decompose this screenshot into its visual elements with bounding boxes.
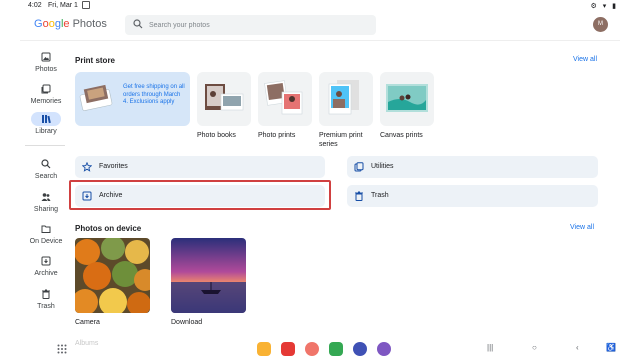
utilities-icon <box>354 162 364 172</box>
status-bar: 4:02 Fri, Mar 1 ⚙ ▾ ▮ <box>0 0 640 12</box>
nav-item-library[interactable]: Library <box>24 112 68 135</box>
print-store-title: Print store <box>75 56 116 65</box>
canvas-prints-card[interactable] <box>380 72 434 126</box>
memories-icon <box>41 84 51 94</box>
nav-item-memories[interactable]: Memories <box>24 82 68 105</box>
print-store-view-all-link[interactable]: View all <box>573 56 597 63</box>
screenshot-icon <box>82 1 90 9</box>
search-bar[interactable] <box>125 15 376 35</box>
nav-item-archive[interactable]: Archive <box>24 254 68 277</box>
dock-app-green[interactable] <box>329 342 343 356</box>
logo-product: Photos <box>72 18 107 30</box>
photo-prints-illustration <box>79 84 113 111</box>
sharing-icon <box>41 193 51 201</box>
camera-folder-thumbnail[interactable] <box>75 238 150 313</box>
nav-label: Search <box>34 173 58 180</box>
nav-label: Memories <box>30 98 62 105</box>
status-time: 4:02 <box>28 2 42 9</box>
nav-item-search[interactable]: Search <box>24 157 68 180</box>
archive-highlight-box <box>69 180 331 210</box>
nav-label: Library <box>35 128 57 135</box>
recents-button[interactable]: ||| <box>487 343 493 352</box>
on-device-view-all-link[interactable]: View all <box>570 224 594 231</box>
tile-label: Favorites <box>99 163 128 170</box>
premium-print-series-image <box>328 80 359 115</box>
nav-label: Trash <box>37 303 55 310</box>
folder-icon <box>41 225 51 233</box>
store-card-label: Photo books <box>197 132 236 139</box>
dock-app-settings[interactable] <box>353 342 367 356</box>
store-card-label: Premium print series <box>319 132 363 148</box>
search-input[interactable] <box>149 18 369 32</box>
trash-icon <box>42 289 50 299</box>
header-divider <box>20 40 620 41</box>
albums-section-title: Albums <box>75 340 99 347</box>
photo-prints-card[interactable] <box>258 72 312 126</box>
star-icon <box>82 162 92 172</box>
app-logo: Google Photos <box>34 18 107 30</box>
premium-print-series-card[interactable] <box>319 72 373 126</box>
photo-books-image <box>205 84 244 111</box>
apps-grid-icon[interactable] <box>57 344 67 354</box>
nav-item-trash[interactable]: Trash <box>24 287 68 310</box>
archive-icon <box>41 256 51 266</box>
canvas-prints-image <box>386 84 428 112</box>
dock-app-folder[interactable] <box>257 342 271 356</box>
photo-books-card[interactable] <box>197 72 251 126</box>
download-folder-thumbnail[interactable] <box>171 238 246 313</box>
tile-label: Utilities <box>371 163 394 170</box>
store-card-label: Photo prints <box>258 132 296 139</box>
library-icon <box>42 115 51 124</box>
status-icons: ⚙ ▾ ▮ <box>590 3 618 10</box>
dock-app-red[interactable] <box>281 342 295 356</box>
trash-tile[interactable]: Trash <box>347 185 598 207</box>
dock-app-contacts[interactable] <box>305 342 319 356</box>
promo-text: Get free shipping on all orders through … <box>123 84 185 105</box>
pumpkins-photo <box>75 238 150 313</box>
store-card-label: Canvas prints <box>380 132 423 139</box>
nav-divider <box>25 145 65 146</box>
avatar[interactable]: M <box>593 17 608 32</box>
utilities-tile[interactable]: Utilities <box>347 156 598 178</box>
nav-item-photos[interactable]: Photos <box>24 50 68 73</box>
favorites-tile[interactable]: Favorites <box>75 156 325 178</box>
trash-icon <box>355 191 363 201</box>
folder-label: Camera <box>75 319 100 326</box>
promo-banner[interactable]: Get free shipping on all orders through … <box>75 72 190 126</box>
search-icon <box>41 159 51 169</box>
dock-app-purple[interactable] <box>377 342 391 356</box>
nav-label: Photos <box>35 66 57 73</box>
accessibility-icon[interactable]: ♿ <box>606 343 616 352</box>
back-button[interactable]: ‹ <box>576 343 579 352</box>
photos-on-device-title: Photos on device <box>75 224 142 233</box>
nav-label: Archive <box>34 270 58 277</box>
photo-prints-image <box>264 80 303 115</box>
photo-icon <box>41 52 51 62</box>
search-icon <box>133 19 143 29</box>
sunset-boat-photo <box>171 238 246 313</box>
nav-label: Sharing <box>33 206 59 213</box>
nav-item-on-device[interactable]: On Device <box>24 222 68 245</box>
nav-item-sharing[interactable]: Sharing <box>24 190 68 213</box>
home-button[interactable]: ○ <box>532 343 537 352</box>
nav-label: On Device <box>29 238 63 245</box>
folder-label: Download <box>171 319 203 326</box>
tablet-screen: 4:02 Fri, Mar 1 ⚙ ▾ ▮ Google Photos M Ph… <box>0 0 640 360</box>
status-date: Fri, Mar 1 <box>48 2 78 9</box>
tile-label: Trash <box>371 192 389 199</box>
